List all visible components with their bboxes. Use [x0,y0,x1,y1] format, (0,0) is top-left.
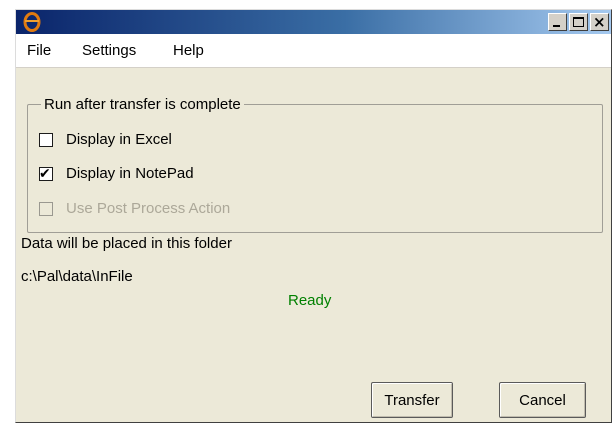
caption-buttons: × [546,13,609,31]
groupbox-title: Run after transfer is complete [41,96,244,113]
close-icon: × [593,13,606,31]
menu-bar: File Settings Help [16,34,611,68]
transfer-button[interactable]: Transfer [371,382,453,418]
checkmark-icon: ✔ [39,165,51,182]
option-post-process: Use Post Process Action [39,200,230,217]
status-text: Ready [288,292,332,309]
maximize-icon [573,17,584,27]
maximize-button[interactable] [569,13,588,31]
app-window: × File Settings Help Run after transfer … [15,9,612,423]
close-button[interactable]: × [590,13,609,31]
title-bar[interactable]: × [16,10,611,34]
display-notepad-checkbox[interactable]: ✔ [39,166,53,182]
post-process-checkbox [39,201,53,216]
cancel-button[interactable]: Cancel [499,382,586,418]
menu-settings[interactable]: Settings [82,42,136,59]
post-process-label: Use Post Process Action [66,200,231,217]
display-excel-checkbox[interactable] [39,132,53,147]
display-notepad-label[interactable]: Display in NotePad [66,165,194,182]
option-display-excel[interactable]: Display in Excel [39,131,172,148]
menu-file[interactable]: File [27,42,51,59]
minimize-button[interactable] [548,13,567,31]
minimize-icon [553,25,560,27]
folder-path: c:\Pal\data\InFile [21,268,133,285]
display-excel-label[interactable]: Display in Excel [66,131,172,148]
option-display-notepad[interactable]: ✔ Display in NotePad [39,165,194,182]
menu-help[interactable]: Help [173,42,204,59]
folder-caption: Data will be placed in this folder [21,235,232,252]
app-logo-icon[interactable] [22,12,42,32]
